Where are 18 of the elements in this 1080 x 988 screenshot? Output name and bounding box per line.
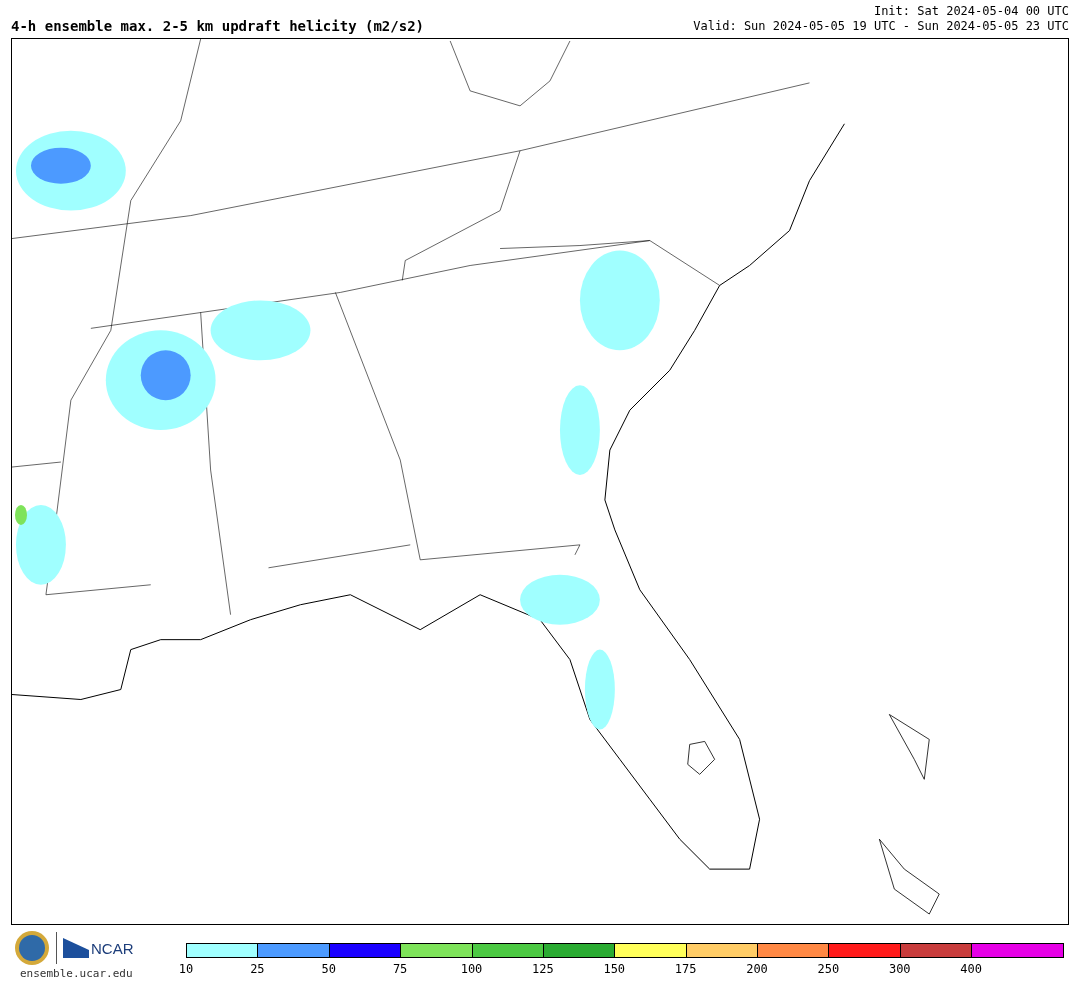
ncar-logo-text: NCAR [91,939,134,957]
tick-label: 200 [746,962,768,976]
tick-label: 150 [603,962,626,976]
ncar-mark-icon [63,938,89,958]
valid-time: Valid: Sun 2024-05-05 19 UTC - Sun 2024-05-05 23 UTC [693,19,1069,34]
tick-label: 175 [674,962,697,976]
tick-label: 400 [960,962,982,976]
tick-label: 10 [178,962,194,976]
init-time: Init: Sat 2024-05-04 00 UTC [873,4,1069,19]
tick-label: 300 [888,962,911,976]
seal-logo-icon [14,930,50,966]
tick-label: 100 [460,962,483,976]
tick-label: 50 [321,962,336,976]
tick-label: 250 [817,962,840,976]
tick-label: 25 [250,962,265,976]
chart-title: 4-h ensemble max. 2-5 km updraft helicity (m2/s2) [11,18,424,34]
tick-label: 75 [392,962,408,976]
tick-label: 125 [532,962,554,976]
